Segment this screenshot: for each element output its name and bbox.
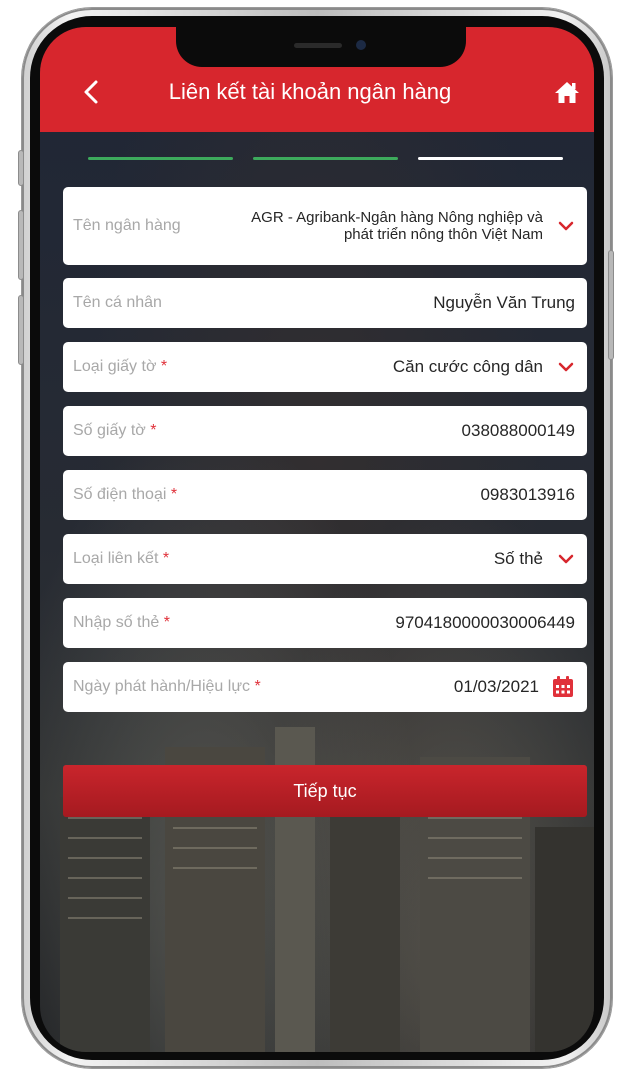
step-progress-indicator [88, 157, 563, 161]
chevron-down-icon [557, 550, 575, 568]
document-type-select[interactable]: Loại giấy tờ * Căn cước công dân [63, 342, 587, 392]
chevron-down-icon [557, 217, 575, 235]
card-number-value: 9704180000030006449 [395, 613, 575, 632]
device-notch [176, 27, 466, 67]
chevron-down-icon [557, 358, 575, 376]
front-camera [356, 40, 366, 50]
home-button[interactable] [550, 75, 584, 109]
power-button [608, 250, 614, 360]
link-type-label: Loại liên kết * [73, 550, 170, 567]
document-type-value: Căn cước công dân [392, 357, 543, 376]
step-1-done [88, 157, 233, 160]
back-button[interactable] [76, 77, 106, 107]
page-title: Liên kết tài khoản ngân hàng [168, 79, 452, 104]
app-header: Liên kết tài khoản ngân hàng [40, 27, 594, 132]
document-number-value: 038088000149 [461, 421, 575, 440]
personal-name-value: Nguyễn Văn Trung [433, 293, 575, 312]
step-2-done [253, 157, 398, 160]
mute-switch [18, 150, 24, 186]
volume-down-button [18, 295, 24, 365]
personal-name-field[interactable]: Tên cá nhân Nguyễn Văn Trung [63, 278, 587, 328]
home-icon [555, 82, 579, 103]
document-type-label: Loại giấy tờ * [73, 358, 168, 375]
issue-date-field[interactable]: Ngày phát hành/Hiệu lực * 01/03/2021 [63, 662, 587, 712]
phone-number-field[interactable]: Số điện thoại * 0983013916 [63, 470, 587, 520]
issue-date-value: 01/03/2021 [453, 677, 539, 696]
earpiece-speaker [294, 43, 342, 48]
document-number-label: Số giấy tờ * [73, 422, 157, 439]
app-screen: Liên kết tài khoản ngân hàng Tên ngân hà… [40, 27, 594, 1052]
bank-select[interactable]: Tên ngân hàng AGR - Agribank-Ngân hàng N… [63, 187, 587, 265]
card-number-label: Nhập số thẻ * [73, 614, 170, 631]
phone-number-label: Số điện thoại * [73, 486, 178, 503]
document-number-field[interactable]: Số giấy tờ * 038088000149 [63, 406, 587, 456]
calendar-icon[interactable] [551, 675, 575, 699]
volume-up-button [18, 210, 24, 280]
card-number-field[interactable]: Nhập số thẻ * 9704180000030006449 [63, 598, 587, 648]
chevron-left-icon [84, 80, 98, 104]
issue-date-label: Ngày phát hành/Hiệu lực * [73, 678, 261, 695]
step-3-pending [418, 157, 563, 160]
personal-name-label: Tên cá nhân [73, 294, 162, 311]
bank-label: Tên ngân hàng [73, 217, 181, 234]
link-type-value: Số thẻ [493, 549, 543, 568]
bank-value: AGR - Agribank-Ngân hàng Nông nghiệp và … [251, 209, 543, 243]
link-type-select[interactable]: Loại liên kết * Số thẻ [63, 534, 587, 584]
phone-number-value: 0983013916 [480, 485, 575, 504]
continue-button[interactable]: Tiếp tục [63, 765, 587, 817]
